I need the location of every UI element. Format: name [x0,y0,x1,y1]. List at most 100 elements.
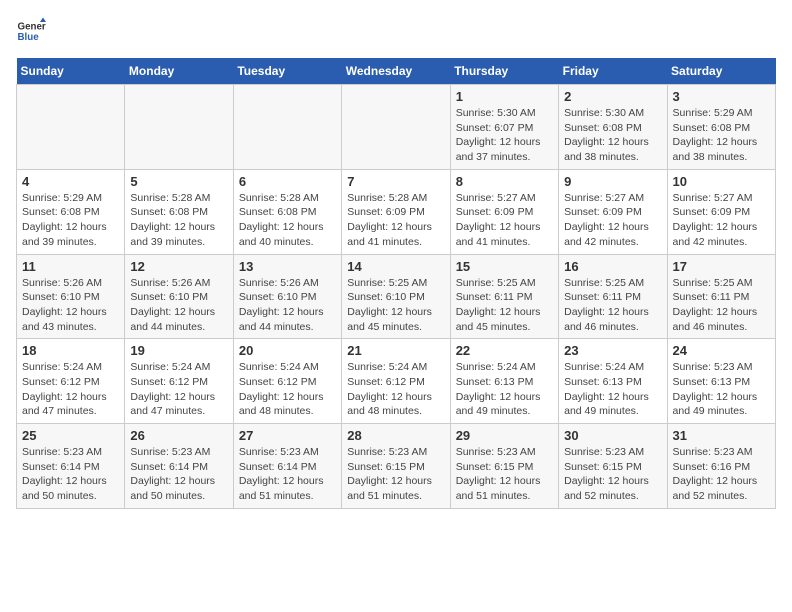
calendar-cell: 7 Sunrise: 5:28 AMSunset: 6:09 PMDaylight… [342,169,450,254]
calendar-cell: 4 Sunrise: 5:29 AMSunset: 6:08 PMDaylight… [17,169,125,254]
calendar-body: 1 Sunrise: 5:30 AMSunset: 6:07 PMDaylight… [17,85,776,509]
calendar-cell: 31Sunrise: 5:23 AMSunset: 6:16 PMDayligh… [667,424,775,509]
calendar-cell: 27 Sunrise: 5:23 AMSunset: 6:14 PMDayligh… [233,424,341,509]
calendar-week-4: 18 Sunrise: 5:24 AMSunset: 6:12 PMDayligh… [17,339,776,424]
calendar-cell: 28 Sunrise: 5:23 AMSunset: 6:15 PMDayligh… [342,424,450,509]
weekday-header-friday: Friday [559,58,667,85]
day-number: 1 [456,89,553,104]
calendar-cell: 2 Sunrise: 5:30 AMSunset: 6:08 PMDaylight… [559,85,667,170]
day-info: Sunrise: 5:30 AMSunset: 6:07 PMDaylight:… [456,106,553,165]
day-info: Sunrise: 5:23 AMSunset: 6:14 PMDaylight:… [239,445,336,504]
calendar-table: SundayMondayTuesdayWednesdayThursdayFrid… [16,58,776,509]
calendar-cell [233,85,341,170]
calendar-cell: 18 Sunrise: 5:24 AMSunset: 6:12 PMDayligh… [17,339,125,424]
calendar-cell: 29 Sunrise: 5:23 AMSunset: 6:15 PMDayligh… [450,424,558,509]
calendar-cell: 9Sunrise: 5:27 AMSunset: 6:09 PMDaylight… [559,169,667,254]
day-info: Sunrise: 5:26 AMSunset: 6:10 PMDaylight:… [22,276,119,335]
day-info: Sunrise: 5:26 AMSunset: 6:10 PMDaylight:… [239,276,336,335]
day-info: Sunrise: 5:27 AMSunset: 6:09 PMDaylight:… [456,191,553,250]
day-number: 11 [22,259,119,274]
calendar-cell: 17 Sunrise: 5:25 AMSunset: 6:11 PMDayligh… [667,254,775,339]
day-info: Sunrise: 5:24 AMSunset: 6:12 PMDaylight:… [22,360,119,419]
day-number: 4 [22,174,119,189]
weekday-header-row: SundayMondayTuesdayWednesdayThursdayFrid… [17,58,776,85]
day-number: 10 [673,174,770,189]
day-info: Sunrise: 5:24 AMSunset: 6:12 PMDaylight:… [239,360,336,419]
day-info: Sunrise: 5:23 AMSunset: 6:15 PMDaylight:… [347,445,444,504]
day-number: 22 [456,343,553,358]
day-number: 30 [564,428,661,443]
day-number: 24 [673,343,770,358]
day-number: 12 [130,259,227,274]
day-number: 21 [347,343,444,358]
logo: General Blue [16,16,46,46]
day-number: 17 [673,259,770,274]
weekday-header-wednesday: Wednesday [342,58,450,85]
day-number: 25 [22,428,119,443]
calendar-cell: 8 Sunrise: 5:27 AMSunset: 6:09 PMDaylight… [450,169,558,254]
day-info: Sunrise: 5:24 AMSunset: 6:12 PMDaylight:… [130,360,227,419]
day-info: Sunrise: 5:25 AMSunset: 6:11 PMDaylight:… [456,276,553,335]
day-number: 16 [564,259,661,274]
calendar-cell: 15 Sunrise: 5:25 AMSunset: 6:11 PMDayligh… [450,254,558,339]
day-number: 28 [347,428,444,443]
day-info: Sunrise: 5:29 AMSunset: 6:08 PMDaylight:… [22,191,119,250]
calendar-cell: 22 Sunrise: 5:24 AMSunset: 6:13 PMDayligh… [450,339,558,424]
day-info: Sunrise: 5:26 AMSunset: 6:10 PMDaylight:… [130,276,227,335]
calendar-cell: 16 Sunrise: 5:25 AMSunset: 6:11 PMDayligh… [559,254,667,339]
day-number: 5 [130,174,227,189]
calendar-cell: 1 Sunrise: 5:30 AMSunset: 6:07 PMDaylight… [450,85,558,170]
calendar-week-1: 1 Sunrise: 5:30 AMSunset: 6:07 PMDaylight… [17,85,776,170]
calendar-cell: 6 Sunrise: 5:28 AMSunset: 6:08 PMDaylight… [233,169,341,254]
day-info: Sunrise: 5:28 AMSunset: 6:09 PMDaylight:… [347,191,444,250]
day-number: 8 [456,174,553,189]
day-info: Sunrise: 5:23 AMSunset: 6:16 PMDaylight:… [673,445,770,504]
weekday-header-thursday: Thursday [450,58,558,85]
day-number: 13 [239,259,336,274]
day-info: Sunrise: 5:25 AMSunset: 6:11 PMDaylight:… [673,276,770,335]
calendar-cell: 26Sunrise: 5:23 AMSunset: 6:14 PMDayligh… [125,424,233,509]
calendar-cell: 5 Sunrise: 5:28 AMSunset: 6:08 PMDaylight… [125,169,233,254]
calendar-cell: 19Sunrise: 5:24 AMSunset: 6:12 PMDayligh… [125,339,233,424]
day-info: Sunrise: 5:25 AMSunset: 6:11 PMDaylight:… [564,276,661,335]
day-info: Sunrise: 5:23 AMSunset: 6:15 PMDaylight:… [456,445,553,504]
calendar-week-2: 4 Sunrise: 5:29 AMSunset: 6:08 PMDaylight… [17,169,776,254]
day-info: Sunrise: 5:23 AMSunset: 6:15 PMDaylight:… [564,445,661,504]
day-number: 2 [564,89,661,104]
calendar-cell: 23Sunrise: 5:24 AMSunset: 6:13 PMDayligh… [559,339,667,424]
day-number: 7 [347,174,444,189]
weekday-header-saturday: Saturday [667,58,775,85]
day-info: Sunrise: 5:23 AMSunset: 6:14 PMDaylight:… [22,445,119,504]
calendar-cell: 24 Sunrise: 5:23 AMSunset: 6:13 PMDayligh… [667,339,775,424]
day-number: 15 [456,259,553,274]
day-info: Sunrise: 5:30 AMSunset: 6:08 PMDaylight:… [564,106,661,165]
calendar-cell: 14 Sunrise: 5:25 AMSunset: 6:10 PMDayligh… [342,254,450,339]
day-number: 29 [456,428,553,443]
page-header: General Blue [16,16,776,46]
calendar-cell: 11 Sunrise: 5:26 AMSunset: 6:10 PMDayligh… [17,254,125,339]
calendar-cell: 20 Sunrise: 5:24 AMSunset: 6:12 PMDayligh… [233,339,341,424]
day-number: 14 [347,259,444,274]
calendar-cell: 21Sunrise: 5:24 AMSunset: 6:12 PMDayligh… [342,339,450,424]
weekday-header-sunday: Sunday [17,58,125,85]
day-info: Sunrise: 5:28 AMSunset: 6:08 PMDaylight:… [130,191,227,250]
day-info: Sunrise: 5:23 AMSunset: 6:13 PMDaylight:… [673,360,770,419]
day-number: 6 [239,174,336,189]
day-number: 18 [22,343,119,358]
day-info: Sunrise: 5:24 AMSunset: 6:13 PMDaylight:… [456,360,553,419]
day-number: 27 [239,428,336,443]
day-info: Sunrise: 5:28 AMSunset: 6:08 PMDaylight:… [239,191,336,250]
calendar-cell: 30 Sunrise: 5:23 AMSunset: 6:15 PMDayligh… [559,424,667,509]
calendar-cell [17,85,125,170]
calendar-week-5: 25 Sunrise: 5:23 AMSunset: 6:14 PMDayligh… [17,424,776,509]
day-number: 9 [564,174,661,189]
day-number: 26 [130,428,227,443]
svg-text:General: General [18,22,47,33]
calendar-cell: 10Sunrise: 5:27 AMSunset: 6:09 PMDayligh… [667,169,775,254]
day-info: Sunrise: 5:25 AMSunset: 6:10 PMDaylight:… [347,276,444,335]
calendar-cell: 25 Sunrise: 5:23 AMSunset: 6:14 PMDayligh… [17,424,125,509]
day-info: Sunrise: 5:24 AMSunset: 6:13 PMDaylight:… [564,360,661,419]
day-info: Sunrise: 5:29 AMSunset: 6:08 PMDaylight:… [673,106,770,165]
day-number: 20 [239,343,336,358]
calendar-cell [125,85,233,170]
